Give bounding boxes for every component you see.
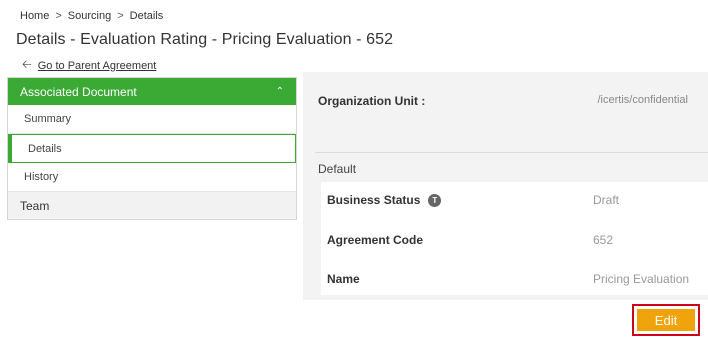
sidebar: Associated Document ⌃ Summary Details Hi… [7, 77, 297, 220]
sidebar-header-label: Associated Document [20, 84, 137, 99]
breadcrumb-separator: > [55, 10, 62, 22]
field-list: Business Status T Draft Agreement Code 6… [321, 182, 708, 295]
page-title: Details - Evaluation Rating - Pricing Ev… [16, 31, 394, 48]
field-value: 652 [593, 233, 614, 247]
divider [315, 152, 708, 153]
org-unit-label: Organization Unit : [318, 94, 426, 108]
org-unit-row: Organization Unit : /icertis/confidentia… [318, 94, 708, 108]
text-type-icon: T [428, 193, 442, 207]
sidebar-item-label: History [24, 171, 59, 183]
sidebar-item-history[interactable]: History [8, 163, 296, 192]
breadcrumb-sourcing[interactable]: Sourcing [68, 10, 111, 22]
sidebar-item-label: Details [28, 142, 62, 155]
sidebar-item-label: Summary [24, 113, 72, 125]
arrow-left-icon: 🡠 [22, 57, 32, 71]
sidebar-item-details[interactable]: Details [8, 134, 296, 163]
sidebar-item-summary[interactable]: Summary [8, 105, 296, 134]
back-link[interactable]: 🡠 Go to Parent Agreement [22, 55, 156, 76]
edit-button-highlight: Edit [632, 304, 700, 336]
field-value: Draft [593, 193, 620, 207]
sidebar-header-associated-document[interactable]: Associated Document ⌃ [8, 78, 296, 105]
sidebar-item-label: Team [20, 198, 50, 213]
chevron-up-icon[interactable]: ⌃ [276, 86, 284, 97]
breadcrumb: Home > Sourcing > Details [20, 10, 163, 22]
org-unit-value: /icertis/confidential [597, 94, 689, 106]
section-title: Default [318, 162, 357, 176]
breadcrumb-separator: > [117, 10, 124, 22]
field-value: Pricing Evaluation [593, 272, 690, 286]
sidebar-item-team[interactable]: Team [8, 192, 296, 219]
edit-button[interactable]: Edit [637, 309, 695, 331]
field-label: Name [327, 272, 360, 286]
details-panel: Organization Unit : /icertis/confidentia… [303, 72, 708, 300]
breadcrumb-details: Details [129, 10, 164, 22]
field-label: Agreement Code [327, 233, 424, 247]
back-link-label[interactable]: Go to Parent Agreement [38, 60, 157, 72]
breadcrumb-home[interactable]: Home [20, 10, 49, 22]
field-label: Business Status T [327, 193, 442, 207]
field-label-text: Business Status [327, 193, 421, 207]
